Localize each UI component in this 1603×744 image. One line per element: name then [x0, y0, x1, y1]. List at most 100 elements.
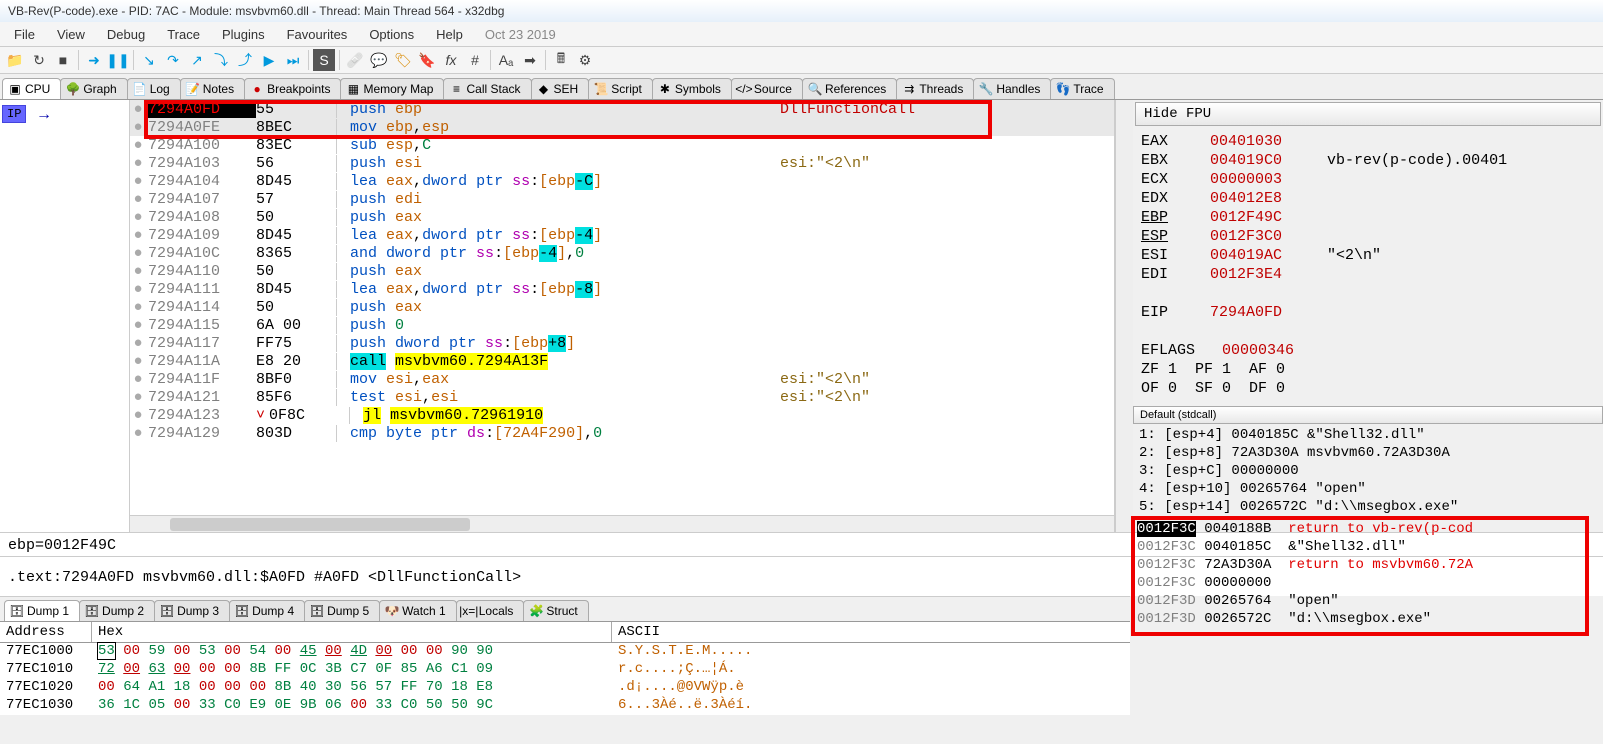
register-eip[interactable]: EIP 7294A0FD: [1141, 303, 1595, 322]
breakpoint-dot[interactable]: ●: [130, 227, 146, 244]
tab-source[interactable]: </>Source: [731, 78, 803, 99]
args-list[interactable]: 1: [esp+4] 0040185C &"Shell32.dll"2: [es…: [1133, 424, 1603, 518]
arg-row[interactable]: 5: [esp+14] 0026572C "d:\\msegbox.exe": [1139, 498, 1597, 516]
tab-references[interactable]: 🔍References: [802, 78, 897, 99]
col-hex[interactable]: Hex: [92, 622, 612, 642]
search-icon[interactable]: Aₐ: [495, 49, 517, 71]
breakpoint-dot[interactable]: ●: [130, 335, 146, 352]
menu-file[interactable]: File: [4, 25, 45, 44]
hex-row[interactable]: 77EC102000 64 A1 18 00 00 00 8B 40 30 56…: [0, 679, 1130, 697]
registers-list[interactable]: EAX 00401030 EBX 004019C0 vb-rev(p-code)…: [1133, 128, 1603, 402]
tab-symbols[interactable]: ✱Symbols: [652, 78, 732, 99]
disasm-row[interactable]: ●7294A1098D45 lea eax,dword ptr ss:[ebp-…: [130, 226, 1114, 244]
disassembly-view[interactable]: ●7294A0FD55 push ebpDllFunctionCall ●7294…: [130, 100, 1115, 532]
stack-row[interactable]: 0012F3C 72A3D30A return to msvbvm60.72A: [1137, 556, 1599, 574]
trace-into-icon[interactable]: ⤵: [210, 49, 232, 71]
arg-row[interactable]: 3: [esp+C] 00000000: [1139, 462, 1597, 480]
breakpoint-dot[interactable]: ●: [130, 119, 146, 136]
trace-over-icon[interactable]: ⤴: [234, 49, 256, 71]
dump-tab-dump-4[interactable]: 🗄Dump 4: [229, 600, 305, 621]
flags-row[interactable]: OF 0 SF 0 DF 0: [1141, 379, 1595, 398]
h-scrollbar[interactable]: [130, 515, 1114, 532]
goto-icon[interactable]: ➡: [519, 49, 541, 71]
disasm-row[interactable]: ●7294A10C8365 and dword ptr ss:[ebp-4],0: [130, 244, 1114, 262]
variables-icon[interactable]: #: [464, 49, 486, 71]
args-header[interactable]: Default (stdcall): [1133, 406, 1603, 424]
breakpoint-dot[interactable]: ●: [130, 245, 146, 262]
hex-row[interactable]: 77EC101072 00 63 00 00 00 8B FF 0C 3B C7…: [0, 661, 1130, 679]
arg-row[interactable]: 2: [esp+8] 72A3D30A msvbvm60.72A3D30A: [1139, 444, 1597, 462]
breakpoint-dot[interactable]: ●: [130, 173, 146, 190]
open-icon[interactable]: 📁: [4, 49, 26, 71]
hide-fpu-button[interactable]: Hide FPU: [1135, 102, 1601, 126]
menu-help[interactable]: Help: [426, 25, 473, 44]
disasm-row[interactable]: ●7294A11F8BF0 mov esi,eaxesi:"<2\n": [130, 370, 1114, 388]
tab-log[interactable]: 📄Log: [127, 78, 181, 99]
col-ascii[interactable]: ASCII: [612, 622, 666, 642]
disasm-row[interactable]: ●7294A1156A 00 push 0: [130, 316, 1114, 334]
hex-dump-view[interactable]: 77EC100053 00 59 00 53 00 54 00 45 00 4D…: [0, 643, 1130, 715]
disasm-row[interactable]: ●7294A11050 push eax: [130, 262, 1114, 280]
disasm-row[interactable]: ●7294A12185F6 test esi,esiesi:"<2\n": [130, 388, 1114, 406]
menu-view[interactable]: View: [47, 25, 95, 44]
breakpoint-dot[interactable]: ●: [130, 353, 146, 370]
tab-breakpoints[interactable]: ●Breakpoints: [244, 78, 341, 99]
disasm-row[interactable]: ●7294A11AE8 20 call msvbvm60.7294A13F: [130, 352, 1114, 370]
stack-row[interactable]: 0012F3D 0026572C "d:\\msegbox.exe": [1137, 610, 1599, 628]
scylla-icon[interactable]: S: [313, 49, 335, 71]
disasm-row[interactable]: ●7294A10757 push edi: [130, 190, 1114, 208]
disasm-row[interactable]: ●7294A0FD55 push ebpDllFunctionCall: [130, 100, 1114, 118]
breakpoint-dot[interactable]: ●: [130, 191, 146, 208]
hex-row[interactable]: 77EC103036 1C 05 00 33 C0 E9 0E 9B 06 00…: [0, 697, 1130, 715]
dump-tab-struct[interactable]: 🧩Struct: [523, 600, 588, 621]
tab-cpu[interactable]: ▣CPU: [2, 78, 61, 99]
disasm-row[interactable]: ●7294A10356 push esiesi:"<2\n": [130, 154, 1114, 172]
v-scrollbar[interactable]: [1115, 100, 1133, 532]
functions-icon[interactable]: fx: [440, 49, 462, 71]
disasm-row[interactable]: ●7294A10850 push eax: [130, 208, 1114, 226]
stop-icon[interactable]: ■: [52, 49, 74, 71]
run-icon[interactable]: ➜: [83, 49, 105, 71]
register-esp[interactable]: ESP 0012F3C0: [1141, 227, 1595, 246]
dump-tab-dump-2[interactable]: 🗄Dump 2: [79, 600, 155, 621]
register-ebx[interactable]: EBX 004019C0 vb-rev(p-code).00401: [1141, 151, 1595, 170]
breakpoint-dot[interactable]: ●: [130, 425, 146, 442]
breakpoint-dot[interactable]: ●: [130, 155, 146, 172]
patches-icon[interactable]: 🩹: [344, 49, 366, 71]
breakpoint-dot[interactable]: ●: [130, 299, 146, 316]
dump-tab-locals[interactable]: |x=|Locals: [456, 600, 525, 621]
settings-icon[interactable]: ⚙: [574, 49, 596, 71]
labels-icon[interactable]: 🏷: [392, 49, 414, 71]
run-until-icon[interactable]: ⏭: [282, 49, 304, 71]
register-ecx[interactable]: ECX 00000003: [1141, 170, 1595, 189]
menu-options[interactable]: Options: [359, 25, 424, 44]
tab-call-stack[interactable]: ≡Call Stack: [443, 78, 531, 99]
stack-row[interactable]: 0012F3D 00265764 "open": [1137, 592, 1599, 610]
flags-row[interactable]: ZF 1 PF 1 AF 0: [1141, 360, 1595, 379]
tab-notes[interactable]: 📝Notes: [180, 78, 245, 99]
dump-tab-watch-1[interactable]: 🐶Watch 1: [379, 600, 457, 621]
tab-graph[interactable]: 🌳Graph: [60, 78, 127, 99]
register-edx[interactable]: EDX 004012E8: [1141, 189, 1595, 208]
disasm-row[interactable]: ●7294A11450 push eax: [130, 298, 1114, 316]
register-edi[interactable]: EDI 0012F3E4: [1141, 265, 1595, 284]
step-out-icon[interactable]: ↗: [186, 49, 208, 71]
disasm-row[interactable]: ●7294A117FF75 push dword ptr ss:[ebp+8]: [130, 334, 1114, 352]
tab-threads[interactable]: ⇉Threads: [896, 78, 974, 99]
dump-tab-dump-5[interactable]: 🗄Dump 5: [304, 600, 380, 621]
breakpoint-dot[interactable]: ●: [130, 209, 146, 226]
menu-plugins[interactable]: Plugins: [212, 25, 275, 44]
calc-icon[interactable]: 🖩: [550, 49, 572, 71]
breakpoint-dot[interactable]: ●: [130, 407, 146, 424]
stack-row[interactable]: 0012F3C 0040188B return to vb-rev(p-cod: [1137, 520, 1599, 538]
disasm-row[interactable]: ●7294A1048D45 lea eax,dword ptr ss:[ebp-…: [130, 172, 1114, 190]
bookmarks-icon[interactable]: 🔖: [416, 49, 438, 71]
menu-favourites[interactable]: Favourites: [277, 25, 358, 44]
stack-row[interactable]: 0012F3C 0040185C &"Shell32.dll": [1137, 538, 1599, 556]
step-into-icon[interactable]: ↘: [138, 49, 160, 71]
col-address[interactable]: Address: [0, 622, 92, 642]
breakpoint-dot[interactable]: ●: [130, 137, 146, 154]
dump-tab-dump-3[interactable]: 🗄Dump 3: [154, 600, 230, 621]
tab-handles[interactable]: 🔧Handles: [973, 78, 1051, 99]
tab-memory-map[interactable]: ▦Memory Map: [340, 78, 444, 99]
